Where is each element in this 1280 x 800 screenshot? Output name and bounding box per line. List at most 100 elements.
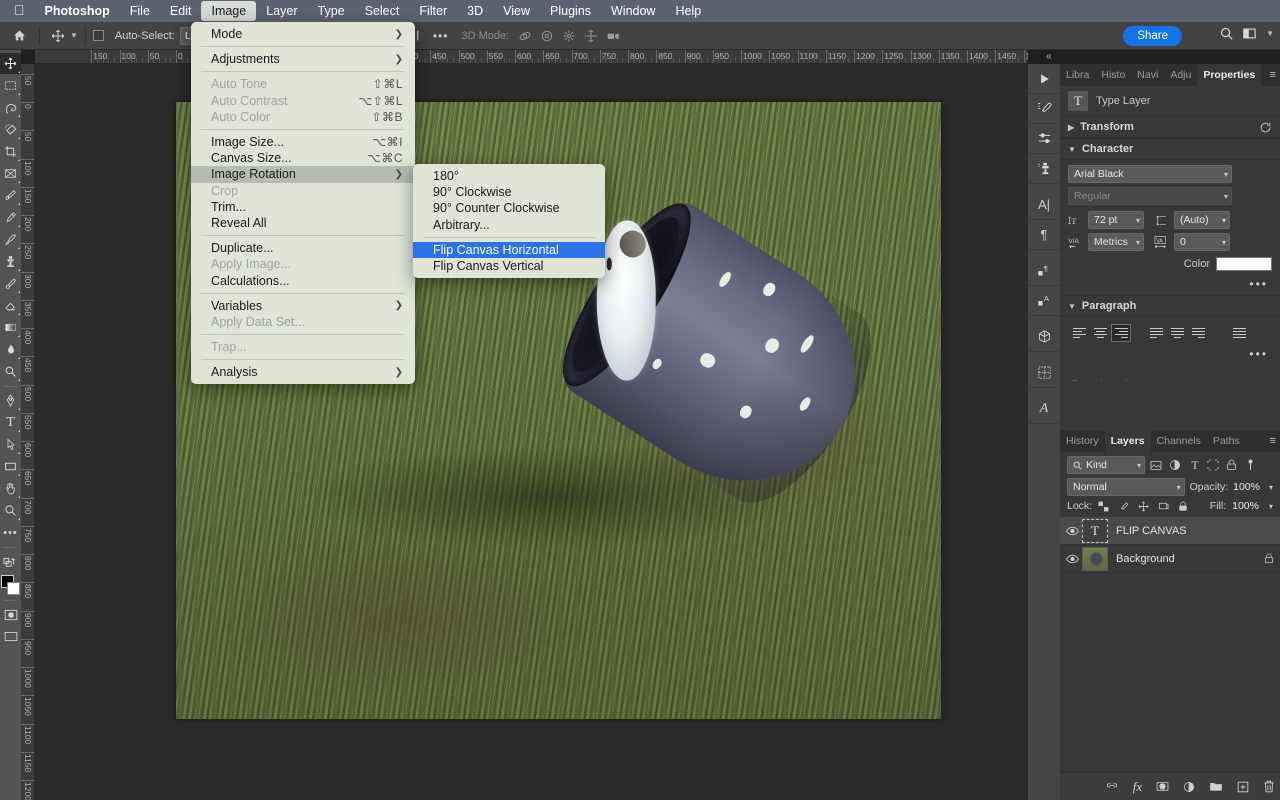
zoom-tool[interactable] xyxy=(0,500,21,521)
shape-filter-icon[interactable] xyxy=(1207,459,1221,471)
font-size-input[interactable]: 72 pt ▾ xyxy=(1088,211,1144,229)
new-group-icon[interactable] xyxy=(1209,781,1223,792)
justify-last-left-button[interactable] xyxy=(1147,325,1165,341)
home-icon[interactable] xyxy=(6,26,32,46)
type-panel-icon[interactable]: A xyxy=(1028,394,1060,424)
adjustment-filter-icon[interactable] xyxy=(1169,459,1183,471)
menu-item-flip-canvas-horizontal[interactable]: Flip Canvas Horizontal xyxy=(413,242,605,258)
kerning-dropdown[interactable]: Metrics ▾ xyxy=(1088,233,1144,251)
menu-item-calculations[interactable]: Calculations... xyxy=(191,272,415,288)
type-filter-icon[interactable]: T xyxy=(1188,458,1202,473)
menu-item-variables[interactable]: Variables❯ xyxy=(191,298,415,314)
path-selection-tool[interactable] xyxy=(0,434,21,455)
blur-tool[interactable] xyxy=(0,339,21,360)
more-align-options-icon[interactable]: ••• xyxy=(425,29,457,43)
hand-tool[interactable] xyxy=(0,478,21,499)
3d-orbit-icon[interactable] xyxy=(514,26,536,46)
delete-layer-icon[interactable] xyxy=(1263,780,1275,793)
auto-select-checkbox[interactable] xyxy=(93,30,104,41)
table-row[interactable]: T FLIP CANVAS xyxy=(1060,517,1280,545)
tracking-input[interactable]: 0 ▾ xyxy=(1174,233,1230,251)
panel-menu-icon[interactable]: ≡ xyxy=(1270,69,1276,81)
menu-item-select[interactable]: Select xyxy=(355,1,410,21)
layer-visibility-icon[interactable] xyxy=(1066,526,1082,536)
menu-item-edit[interactable]: Edit xyxy=(160,1,202,21)
menu-item-mode[interactable]: Mode❯ xyxy=(191,26,415,42)
menu-item-help[interactable]: Help xyxy=(665,1,711,21)
lock-position-icon[interactable] xyxy=(1138,501,1152,512)
dodge-tool[interactable] xyxy=(0,361,21,382)
vertical-ruler[interactable]: 5005010015020025030035040045050055060065… xyxy=(21,64,35,800)
clone-stamp-tool[interactable] xyxy=(0,251,21,272)
layer-filter-kind-dropdown[interactable]: Kind ▾ xyxy=(1067,456,1145,474)
spot-healing-brush-tool[interactable] xyxy=(0,207,21,228)
edit-toolbar-icon[interactable]: ••• xyxy=(0,522,21,543)
opacity-value[interactable]: 100% xyxy=(1233,481,1260,493)
screen-mode-icon[interactable] xyxy=(0,626,21,647)
image-menu-dropdown[interactable]: Mode❯Adjustments❯Auto Tone⇧⌘LAuto Contra… xyxy=(191,22,415,384)
fill-chevron-down-icon[interactable]: ▾ xyxy=(1265,502,1273,511)
justify-last-right-button[interactable] xyxy=(1189,325,1207,341)
adjustment-layer-icon[interactable] xyxy=(1183,781,1195,793)
tool-preset-chevron-down-icon[interactable]: ▼ xyxy=(70,31,78,40)
brush-tool[interactable] xyxy=(0,229,21,250)
tab-adjustments[interactable]: Adju xyxy=(1164,64,1197,86)
tab-layers[interactable]: Layers xyxy=(1105,430,1151,452)
3d-roll-icon[interactable] xyxy=(536,26,558,46)
tab-history[interactable]: Histo xyxy=(1095,64,1131,86)
rectangle-tool[interactable] xyxy=(0,456,21,477)
workspace-chevron-down-icon[interactable]: ▼ xyxy=(1266,29,1274,38)
pen-tool[interactable] xyxy=(0,390,21,411)
move-tool-icon[interactable] xyxy=(47,26,69,46)
3d-slide-icon[interactable] xyxy=(580,26,602,46)
paragraph-section-header[interactable]: ▼ Paragraph xyxy=(1060,295,1280,317)
type-layer-thumbnail[interactable]: T xyxy=(1082,519,1108,543)
collapse-right-panel-icon[interactable]: « xyxy=(1046,51,1052,62)
pattern-preview-icon[interactable] xyxy=(1028,358,1060,388)
menu-item-duplicate[interactable]: Duplicate... xyxy=(191,240,415,256)
opacity-chevron-down-icon[interactable]: ▾ xyxy=(1265,483,1273,492)
3d-scale-icon[interactable] xyxy=(602,26,624,46)
tab-properties[interactable]: Properties xyxy=(1197,64,1261,86)
menu-item-adjustments[interactable]: Adjustments❯ xyxy=(191,51,415,67)
brush-settings-icon[interactable] xyxy=(1028,94,1060,124)
align-center-button[interactable] xyxy=(1091,325,1109,341)
glyphs-icon[interactable]: A| xyxy=(1028,190,1060,220)
blend-mode-dropdown[interactable]: Normal ▾ xyxy=(1067,478,1185,496)
menu-item-image-size[interactable]: Image Size...⌥⌘I xyxy=(191,134,415,150)
workspace-icon[interactable] xyxy=(1242,26,1257,41)
3d-icon[interactable] xyxy=(1028,322,1060,352)
color-swatches[interactable] xyxy=(0,575,21,597)
menu-item-image[interactable]: Image xyxy=(201,1,256,21)
paragraph-more-options-icon[interactable]: ••• xyxy=(1249,347,1268,361)
gradient-tool[interactable] xyxy=(0,317,21,338)
crop-tool[interactable] xyxy=(0,141,21,162)
menu-item-canvas-size[interactable]: Canvas Size...⌥⌘C xyxy=(191,150,415,166)
adjustments-icon[interactable] xyxy=(1028,124,1060,154)
tab-navigator[interactable]: Navi xyxy=(1131,64,1164,86)
menu-item-image-rotation[interactable]: Image Rotation❯ xyxy=(191,166,415,182)
menu-item-90-clockwise[interactable]: 90° Clockwise xyxy=(413,184,605,200)
clone-source-icon[interactable] xyxy=(1028,154,1060,184)
panel-menu-icon[interactable]: ≡ xyxy=(1270,435,1276,447)
menu-item-layer[interactable]: Layer xyxy=(256,1,307,21)
table-row[interactable]: Background xyxy=(1060,545,1280,573)
character-section-header[interactable]: ▼ Character xyxy=(1060,138,1280,160)
transform-section-header[interactable]: ▶ Transform xyxy=(1060,116,1280,138)
menu-item-flip-canvas-vertical[interactable]: Flip Canvas Vertical xyxy=(413,258,605,274)
eyedropper-tool[interactable] xyxy=(0,185,21,206)
lock-artboard-icon[interactable] xyxy=(1158,501,1172,512)
menu-item-photoshop[interactable]: Photoshop xyxy=(35,1,120,21)
justify-last-center-button[interactable] xyxy=(1168,325,1186,341)
quick-mask-icon[interactable] xyxy=(0,604,21,625)
reset-icon[interactable] xyxy=(1259,121,1272,134)
filter-toggle-icon[interactable] xyxy=(1245,459,1259,471)
tab-history[interactable]: History xyxy=(1060,430,1105,452)
horizontal-ruler[interactable]: 1501005005010015020025030035040045050055… xyxy=(35,50,1028,64)
move-tool[interactable] xyxy=(0,53,21,74)
tab-channels[interactable]: Channels xyxy=(1151,430,1207,452)
eraser-tool[interactable] xyxy=(0,295,21,316)
menu-item-view[interactable]: View xyxy=(493,1,540,21)
leading-input[interactable]: (Auto) ▾ xyxy=(1174,211,1230,229)
new-layer-icon[interactable] xyxy=(1237,781,1249,793)
